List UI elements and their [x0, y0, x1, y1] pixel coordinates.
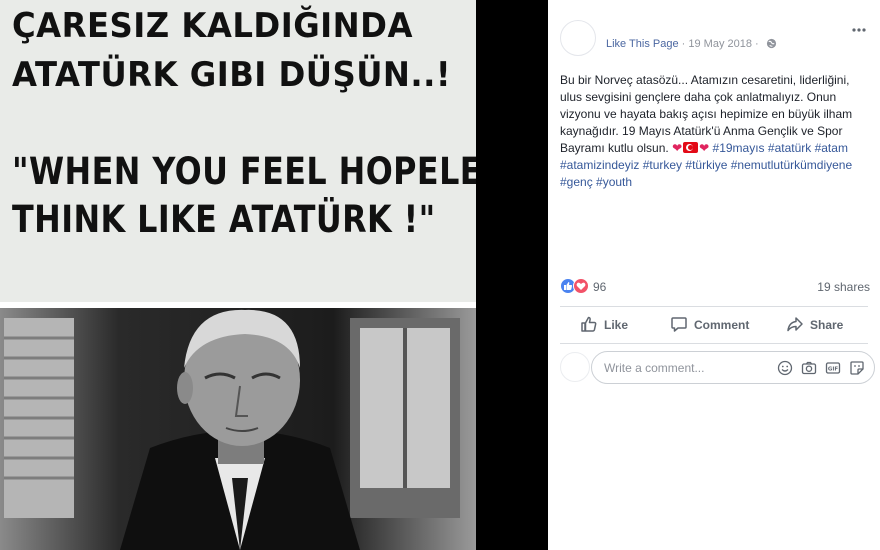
emoji-icon[interactable] — [776, 359, 794, 377]
heart-emoji-icon: ❤ — [672, 141, 683, 155]
heart-emoji-icon: ❤ — [699, 141, 710, 155]
share-arrow-icon — [786, 315, 804, 336]
globe-icon — [766, 38, 777, 49]
meme-text-line: ATATÜRK GIBI DÜŞÜN..! — [12, 55, 452, 95]
camera-icon[interactable] — [800, 359, 818, 377]
reactions-bar[interactable]: 96 19 shares — [560, 278, 870, 296]
shares-count[interactable]: 19 shares — [817, 280, 870, 294]
user-avatar — [560, 352, 590, 382]
share-button[interactable]: Share — [786, 310, 843, 340]
post-actions: Like Comment Share — [560, 310, 868, 340]
like-button-label: Like — [604, 318, 629, 332]
comment-input[interactable]: Write a comment... GIF — [591, 351, 875, 384]
like-page-link[interactable]: Like This Page — [606, 38, 679, 50]
meme-text-area: ÇARESIZ KALDIĞINDA ATATÜRK GIBI DÜŞÜN..!… — [0, 0, 476, 302]
love-reaction-icon — [573, 278, 589, 294]
comment-button[interactable]: Comment — [670, 310, 749, 340]
meme-text-line: THINK LIKE ATATÜRK !" — [12, 198, 436, 241]
turkish-flag-emoji-icon — [683, 142, 699, 153]
like-button[interactable]: Like — [580, 310, 628, 340]
comment-bubble-icon — [670, 315, 688, 336]
more-options-icon[interactable] — [852, 20, 866, 36]
page-avatar[interactable] — [560, 20, 596, 56]
comment-placeholder: Write a comment... — [604, 361, 705, 375]
divider — [560, 306, 868, 307]
post-meta: Like This Page · 19 May 2018 · — [606, 38, 777, 50]
share-button-label: Share — [810, 318, 844, 332]
sticker-icon[interactable] — [848, 359, 866, 377]
svg-text:GIF: GIF — [828, 367, 839, 373]
comment-composer: Write a comment... GIF — [548, 344, 880, 550]
meta-separator: · — [681, 38, 686, 50]
comment-button-label: Comment — [694, 318, 750, 332]
post-body: Bu bir Norveç atasözü... Atamızın cesare… — [560, 72, 860, 191]
post-panel: Like This Page · 19 May 2018 · Bu bir No… — [548, 0, 880, 550]
meme-text-line: ÇARESIZ KALDIĞINDA — [12, 6, 413, 46]
post-header: Like This Page · 19 May 2018 · — [548, 18, 880, 58]
meta-separator: · — [755, 38, 759, 50]
reaction-count[interactable]: 96 — [593, 280, 606, 294]
meme-text-line: "WHEN YOU FEEL HOPELESS — [12, 150, 476, 193]
post-photo[interactable]: ÇARESIZ KALDIĞINDA ATATÜRK GIBI DÜŞÜN..!… — [0, 0, 548, 550]
post-date[interactable]: 19 May 2018 — [688, 38, 752, 50]
portrait-photo — [0, 308, 476, 550]
comment-tools: GIF — [776, 359, 866, 377]
thumbs-up-icon — [580, 315, 598, 336]
gif-icon[interactable]: GIF — [824, 359, 842, 377]
